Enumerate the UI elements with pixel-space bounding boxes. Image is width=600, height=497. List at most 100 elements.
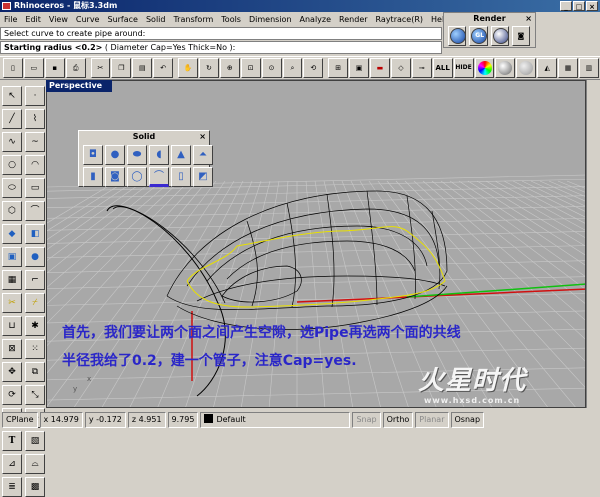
trim-icon[interactable]: ✂: [2, 293, 22, 313]
copy-icon[interactable]: ❐: [111, 58, 132, 78]
solid-box-icon[interactable]: ◘: [83, 145, 103, 165]
open-folder-icon[interactable]: ▭: [23, 58, 44, 78]
zoom-extents-icon[interactable]: ⊙: [261, 58, 282, 78]
zoom-window-icon[interactable]: ⊡: [240, 58, 261, 78]
solid-cylinder-icon[interactable]: ▮: [83, 167, 103, 187]
solid-paraboloid-icon[interactable]: ◖: [149, 145, 169, 165]
solid-pipe-icon[interactable]: ⌒: [149, 167, 169, 187]
polygon-icon[interactable]: ⬡: [2, 201, 22, 221]
layer-icon[interactable]: ≣: [2, 477, 22, 497]
join-icon[interactable]: ⊔: [2, 316, 22, 336]
copy-object-icon[interactable]: ⧉: [25, 362, 45, 382]
render-close-icon[interactable]: ×: [525, 13, 532, 24]
set-view-icon[interactable]: ▣: [349, 58, 370, 78]
snap-toggle[interactable]: Snap: [352, 412, 381, 428]
explode-icon[interactable]: ✱: [25, 316, 45, 336]
cplane-icon[interactable]: ◇: [390, 58, 411, 78]
new-file-icon[interactable]: ▯: [3, 58, 23, 78]
menu-raytrace[interactable]: Raytrace(R): [372, 15, 427, 24]
menu-dimension[interactable]: Dimension: [245, 15, 296, 24]
options-icon[interactable]: ▥: [579, 58, 599, 78]
surface-icon[interactable]: ◆: [2, 224, 22, 244]
render-button[interactable]: [448, 26, 467, 46]
solid-tools-icon[interactable]: ◩: [193, 167, 213, 187]
layer-selector[interactable]: Default: [200, 412, 351, 428]
solid-cone-icon[interactable]: ▲: [171, 145, 191, 165]
menu-tools[interactable]: Tools: [217, 15, 245, 24]
print-icon[interactable]: ⎙: [65, 58, 86, 78]
analyze-icon[interactable]: ⊿: [2, 454, 22, 474]
camera-icon[interactable]: ◙: [511, 26, 530, 46]
scale-icon[interactable]: ⤡: [25, 385, 45, 405]
rendered-sphere-icon[interactable]: [516, 58, 537, 78]
mesh-icon[interactable]: ▦: [2, 270, 22, 290]
menu-curve[interactable]: Curve: [72, 15, 104, 24]
color-wheel-icon[interactable]: [474, 58, 495, 78]
four-viewports-icon[interactable]: ⊞: [328, 58, 349, 78]
sphere-icon[interactable]: ●: [25, 247, 45, 267]
menu-analyze[interactable]: Analyze: [296, 15, 336, 24]
solid-ellipsoid-icon[interactable]: ⬬: [127, 145, 147, 165]
command-prompt[interactable]: Starting radius <0.2> ( Diameter Cap=Yes…: [0, 41, 442, 54]
paste-icon[interactable]: ▤: [132, 58, 153, 78]
cut-icon[interactable]: ✂: [90, 58, 111, 78]
prompt-options[interactable]: ( Diameter Cap=Yes Thick=No ):: [105, 43, 235, 52]
menu-solid[interactable]: Solid: [142, 15, 170, 24]
solid-extrude-icon[interactable]: ▯: [171, 167, 191, 187]
group-icon[interactable]: ⊠: [2, 339, 22, 359]
close-button[interactable]: ×: [586, 1, 598, 11]
line-icon[interactable]: ╱: [2, 109, 22, 129]
save-icon[interactable]: ▪: [44, 58, 65, 78]
move-icon[interactable]: ✥: [2, 362, 22, 382]
render-gl-button[interactable]: GL: [469, 26, 488, 46]
circle-icon[interactable]: ○: [2, 155, 22, 175]
interpolate-curve-icon[interactable]: ~: [25, 132, 45, 152]
maximize-button[interactable]: □: [573, 1, 585, 11]
box-icon[interactable]: ▣: [2, 247, 22, 267]
cplane-indicator[interactable]: CPlane: [2, 412, 38, 428]
undo-view-icon[interactable]: ⟲: [303, 58, 324, 78]
minimize-button[interactable]: _: [560, 1, 572, 11]
solid-sphere-icon[interactable]: ●: [105, 145, 125, 165]
select-arrow-icon[interactable]: ↖: [2, 86, 22, 106]
array-icon[interactable]: ⁙: [25, 339, 45, 359]
zoom-dynamic-icon[interactable]: ⊕: [219, 58, 240, 78]
solid-truncated-cone-icon[interactable]: ⏶: [193, 145, 213, 165]
solid-close-icon[interactable]: ×: [199, 131, 206, 143]
undo-icon[interactable]: ↶: [153, 58, 174, 78]
ellipse-icon[interactable]: ⬭: [2, 178, 22, 198]
rotate-view-icon[interactable]: ↻: [198, 58, 219, 78]
hatch-icon[interactable]: ▧: [25, 431, 45, 451]
zoom-selected-icon[interactable]: ⌕: [282, 58, 303, 78]
render-preview-button[interactable]: [490, 26, 509, 46]
ortho-toggle[interactable]: Ortho: [382, 412, 414, 428]
rectangle-icon[interactable]: ▭: [25, 178, 45, 198]
rotate-icon[interactable]: ⟳: [2, 385, 22, 405]
osnap-toggle[interactable]: Osnap: [450, 412, 485, 428]
menu-transform[interactable]: Transform: [169, 15, 217, 24]
snap-icon[interactable]: ⊸: [411, 58, 432, 78]
split-icon[interactable]: ⌿: [25, 293, 45, 313]
planar-toggle[interactable]: Planar: [415, 412, 449, 428]
curvature-icon[interactable]: ⌓: [25, 454, 45, 474]
extrude-icon[interactable]: ◧: [25, 224, 45, 244]
render-mesh-icon[interactable]: ▩: [25, 477, 45, 497]
shaded-sphere-icon[interactable]: [495, 58, 516, 78]
fillet-icon[interactable]: ⌐: [25, 270, 45, 290]
menu-surface[interactable]: Surface: [103, 15, 141, 24]
car-icon[interactable]: ▬: [370, 58, 390, 78]
curve-icon[interactable]: ∿: [2, 132, 22, 152]
viewport-title-tab[interactable]: Perspective: [46, 80, 112, 92]
polyline-icon[interactable]: ⌇: [25, 109, 45, 129]
point-icon[interactable]: ·: [25, 86, 45, 106]
menu-render[interactable]: Render: [335, 15, 371, 24]
solid-tube-icon[interactable]: ◙: [105, 167, 125, 187]
hide-button[interactable]: HIDE: [453, 58, 474, 78]
select-all-button[interactable]: ALL: [432, 58, 453, 78]
solid-torus-icon[interactable]: ◯: [127, 167, 147, 187]
menu-edit[interactable]: Edit: [21, 15, 45, 24]
menu-view[interactable]: View: [45, 15, 72, 24]
light-icon[interactable]: ◭: [537, 58, 558, 78]
vertical-scrollbar[interactable]: [586, 80, 600, 408]
menu-file[interactable]: File: [0, 15, 21, 24]
